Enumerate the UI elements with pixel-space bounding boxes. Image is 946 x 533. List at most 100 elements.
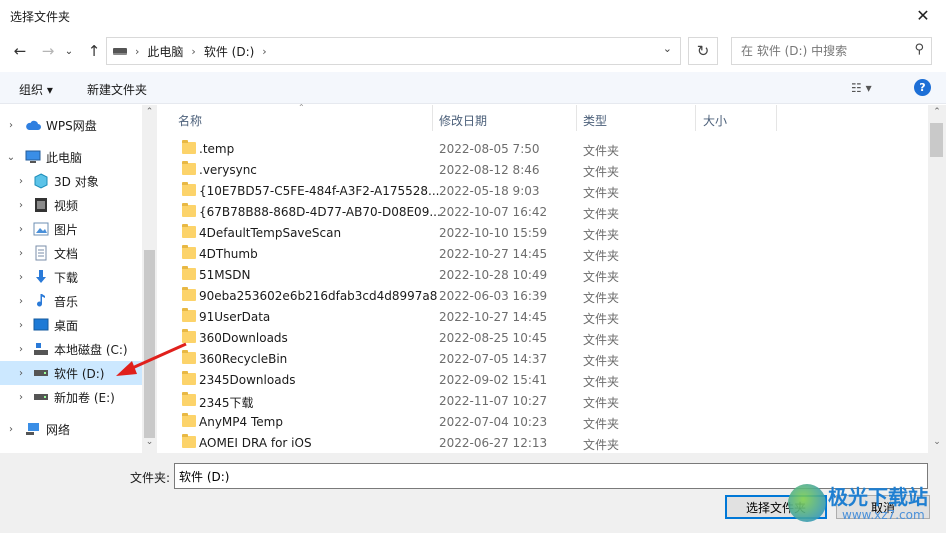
search-box[interactable]: ⚲ — [731, 37, 932, 65]
file-name: 4DefaultTempSaveScan — [199, 226, 342, 240]
table-row[interactable]: 2345Downloads 2022-09-02 15:41 文件夹 — [160, 370, 928, 391]
column-size[interactable]: 大小 — [703, 112, 727, 129]
column-divider[interactable] — [776, 105, 777, 131]
scroll-up-icon[interactable]: ⌃ — [928, 107, 946, 117]
chevron-right-icon[interactable]: › — [16, 344, 26, 355]
table-row[interactable]: 90eba253602e6b216dfab3cd4d8997a8 2022-06-… — [160, 286, 928, 307]
table-row[interactable]: {67B78B88-868D-4D77-AB70-D08E09... 2022-1… — [160, 202, 928, 223]
file-list-scrollbar[interactable]: ⌃ ⌄ — [928, 105, 946, 453]
column-date-modified[interactable]: 修改日期 — [439, 112, 487, 129]
table-row[interactable]: 4DThumb 2022-10-27 14:45 文件夹 — [160, 244, 928, 265]
chevron-right-icon[interactable]: › — [6, 120, 16, 131]
table-row[interactable]: AnyMP4 Temp 2022-07-04 10:23 文件夹 — [160, 412, 928, 433]
scroll-up-icon[interactable]: ⌃ — [142, 107, 157, 117]
pictures-icon — [33, 221, 49, 237]
table-row[interactable]: 4DefaultTempSaveScan 2022-10-10 15:59 文件夹 — [160, 223, 928, 244]
file-type: 文件夹 — [583, 438, 620, 452]
sidebar-item-3d-objects[interactable]: › 3D 对象 — [0, 169, 142, 193]
column-divider[interactable] — [576, 105, 577, 131]
file-type: 文件夹 — [583, 249, 620, 263]
column-divider[interactable] — [695, 105, 696, 131]
address-dropdown-icon[interactable]: ⌄ — [663, 42, 672, 55]
sidebar-item-network[interactable]: › 网络 — [0, 417, 142, 441]
title-bar: 选择文件夹 ✕ — [0, 0, 946, 32]
chevron-right-icon[interactable]: › — [16, 296, 26, 307]
file-date: 2022-10-07 16:42 — [439, 205, 548, 219]
sidebar-item-drive-e[interactable]: › 新加卷 (E:) — [0, 385, 142, 409]
table-row[interactable]: {10E7BD57-C5FE-484f-A3F2-A175528... 2022-… — [160, 181, 928, 202]
table-row[interactable]: 360RecycleBin 2022-07-05 14:37 文件夹 — [160, 349, 928, 370]
chevron-right-icon[interactable]: › — [16, 200, 26, 211]
refresh-button[interactable]: ↻ — [688, 37, 718, 65]
sidebar-item-documents[interactable]: › 文档 — [0, 241, 142, 265]
table-row[interactable]: 51MSDN 2022-10-28 10:49 文件夹 — [160, 265, 928, 286]
sidebar-item-videos[interactable]: › 视频 — [0, 193, 142, 217]
file-name: .verysync — [199, 163, 257, 177]
chevron-right-icon[interactable]: › — [16, 320, 26, 331]
column-divider[interactable] — [432, 105, 433, 131]
scroll-down-icon[interactable]: ⌄ — [142, 437, 157, 447]
address-bar[interactable]: › 此电脑 › 软件 (D:) › ⌄ — [106, 37, 681, 65]
chevron-right-icon[interactable]: › — [6, 424, 16, 435]
watermark: 极光下载站 www.xz7.com — [786, 478, 946, 533]
sidebar-item-downloads[interactable]: › 下载 — [0, 265, 142, 289]
help-icon[interactable]: ? — [914, 79, 931, 96]
up-button[interactable]: ↑ — [83, 40, 105, 62]
search-icon: ⚲ — [914, 42, 924, 57]
sidebar-item-drive-d[interactable]: › 软件 (D:) — [0, 361, 142, 385]
column-name[interactable]: 名称 — [178, 112, 202, 129]
3d-objects-icon — [33, 173, 49, 189]
column-type[interactable]: 类型 — [583, 112, 607, 129]
folder-icon — [182, 434, 196, 448]
chevron-right-icon[interactable]: › — [16, 248, 26, 259]
close-button[interactable]: ✕ — [900, 0, 946, 30]
file-list: ⌃ 名称 修改日期 类型 大小 .temp 2022-08-05 7:50 文件夹 … — [160, 103, 946, 454]
chevron-right-icon[interactable]: › — [262, 45, 266, 58]
chevron-right-icon[interactable]: › — [16, 392, 26, 403]
chevron-down-icon[interactable]: ⌄ — [6, 152, 16, 163]
search-input[interactable] — [741, 44, 901, 58]
table-row[interactable]: 2345下载 2022-11-07 10:27 文件夹 — [160, 391, 928, 412]
new-folder-button[interactable]: 新建文件夹 — [87, 81, 147, 98]
chevron-right-icon[interactable]: › — [135, 45, 139, 58]
forward-button[interactable]: → — [37, 40, 59, 62]
table-row[interactable]: .verysync 2022-08-12 8:46 文件夹 — [160, 160, 928, 181]
file-date: 2022-10-28 10:49 — [439, 268, 548, 282]
table-row[interactable]: AOMEI DRA for iOS 2022-06-27 12:13 文件夹 — [160, 433, 928, 454]
sidebar-item-label: 软件 (D:) — [54, 366, 105, 381]
table-row[interactable]: 360Downloads 2022-08-25 10:45 文件夹 — [160, 328, 928, 349]
file-list-scroll-thumb[interactable] — [930, 123, 943, 157]
file-type: 文件夹 — [583, 312, 620, 326]
computer-icon — [25, 149, 41, 165]
file-date: 2022-10-27 14:45 — [439, 247, 548, 261]
chevron-right-icon[interactable]: › — [191, 45, 195, 58]
sidebar-scroll-thumb[interactable] — [144, 250, 155, 438]
sidebar-item-label: 桌面 — [54, 318, 79, 333]
chevron-right-icon[interactable]: › — [16, 176, 26, 187]
documents-icon — [33, 245, 49, 261]
sidebar-item-drive-c[interactable]: › 本地磁盘 (C:) — [0, 337, 142, 361]
sidebar-item-desktop[interactable]: › 桌面 — [0, 313, 142, 337]
sidebar-item-wps-cloud[interactable]: › WPS网盘 — [0, 113, 142, 137]
table-row[interactable]: 91UserData 2022-10-27 14:45 文件夹 — [160, 307, 928, 328]
drive-icon — [33, 365, 49, 381]
file-type: 文件夹 — [583, 333, 620, 347]
file-name: .temp — [199, 142, 235, 156]
breadcrumb-this-pc[interactable]: 此电脑 — [147, 43, 183, 60]
scroll-down-icon[interactable]: ⌄ — [928, 437, 946, 447]
sidebar-scrollbar[interactable]: ⌃ ⌄ — [142, 105, 157, 453]
recent-locations-button[interactable]: ⌄ — [58, 40, 80, 62]
sidebar-item-this-pc[interactable]: ⌄ 此电脑 — [0, 145, 142, 169]
sidebar-item-pictures[interactable]: › 图片 — [0, 217, 142, 241]
chevron-right-icon[interactable]: › — [16, 224, 26, 235]
file-date: 2022-08-05 7:50 — [439, 142, 540, 156]
view-options-button[interactable]: ☷ ▾ — [851, 81, 872, 95]
chevron-right-icon[interactable]: › — [16, 272, 26, 283]
sidebar-item-music[interactable]: › 音乐 — [0, 289, 142, 313]
breadcrumb-drive-d[interactable]: 软件 (D:) — [204, 43, 254, 60]
organize-button[interactable]: 组织 ▾ — [19, 81, 53, 98]
table-row[interactable]: .temp 2022-08-05 7:50 文件夹 — [160, 139, 928, 160]
back-button[interactable]: ← — [9, 40, 31, 62]
chevron-right-icon[interactable]: › — [16, 368, 26, 379]
network-icon — [25, 421, 41, 437]
